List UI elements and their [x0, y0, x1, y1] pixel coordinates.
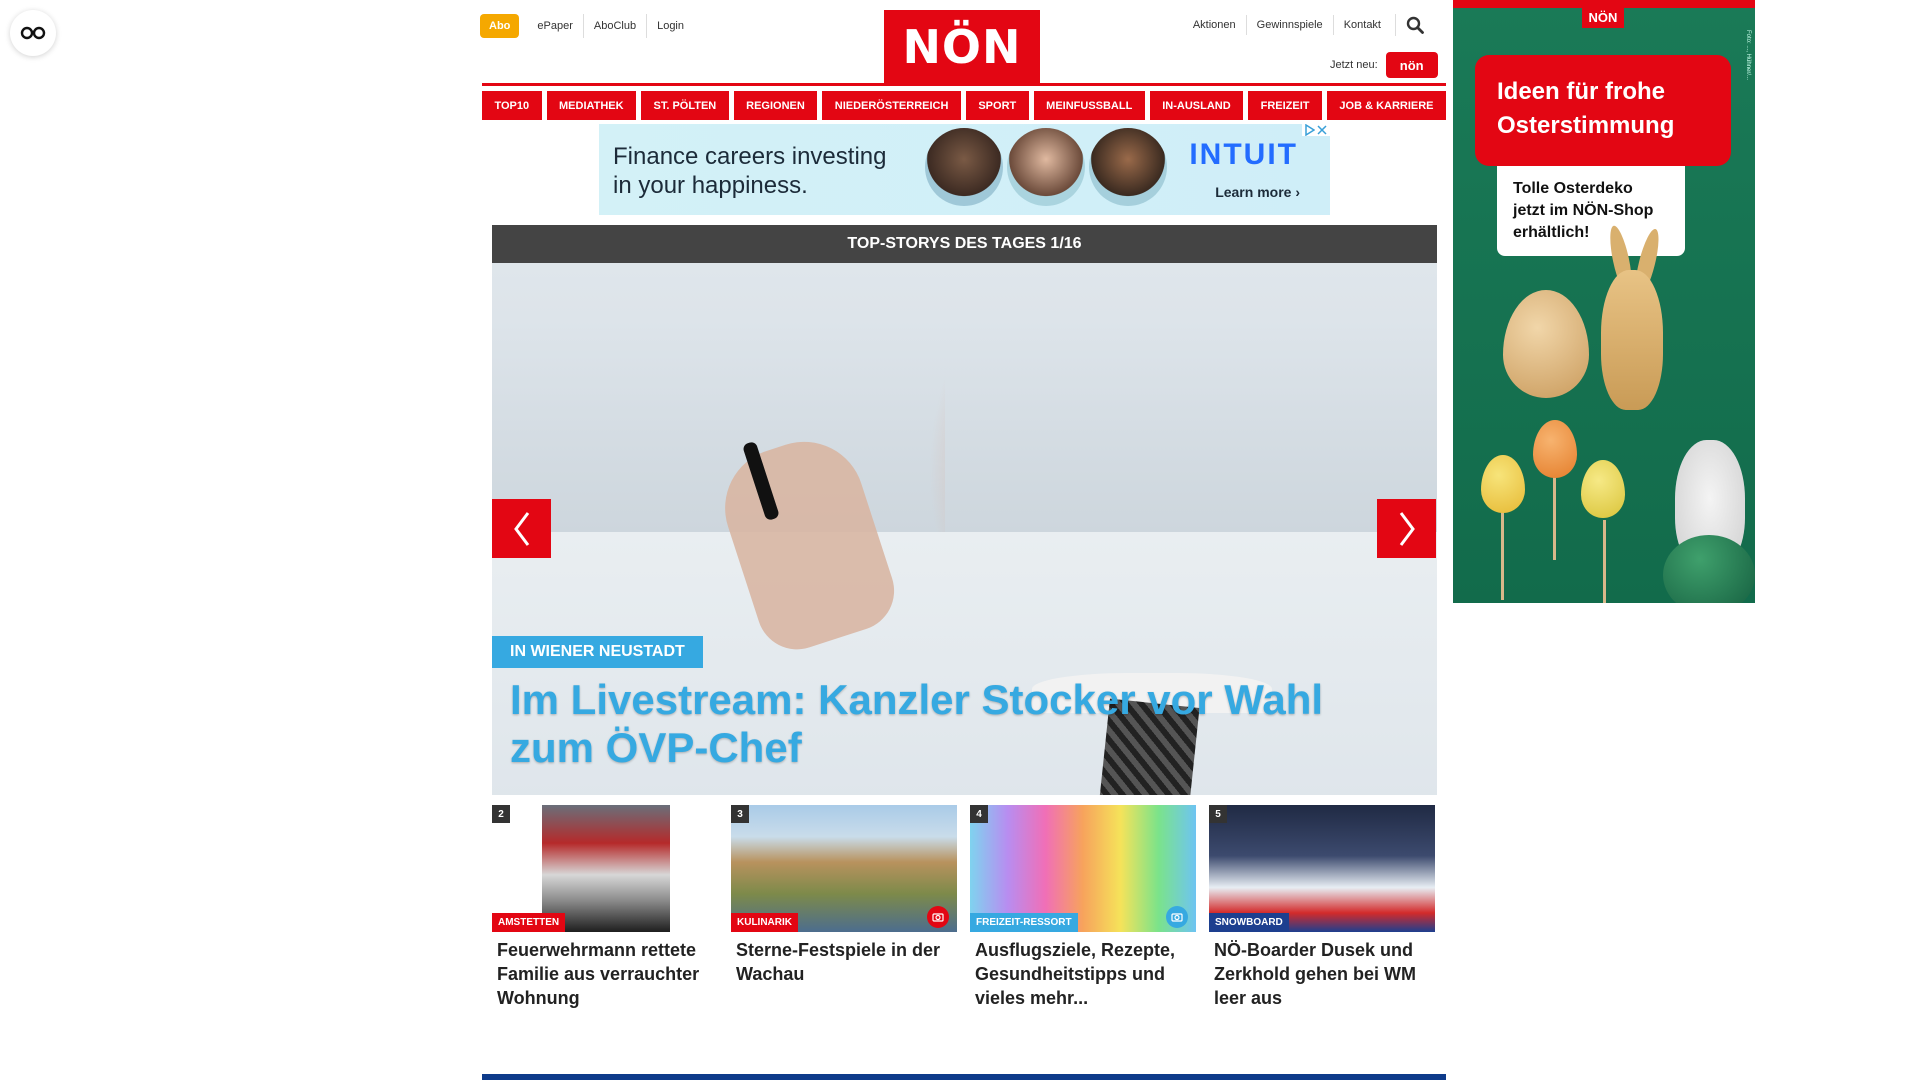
- header-divider: [482, 83, 1446, 86]
- story-rank: 5: [1209, 805, 1227, 823]
- easter-egg-decoration: [1533, 420, 1577, 478]
- ad-banner-text: Finance careers investing in your happin…: [613, 142, 886, 200]
- story-thumbnail[interactable]: 3 KULINARIK: [731, 805, 957, 932]
- jetzt-neu-badge[interactable]: nön: [1385, 52, 1438, 78]
- hero-category-tag[interactable]: IN WIENER NEUSTADT: [492, 636, 703, 668]
- story-category[interactable]: FREIZEIT-RESSORT: [970, 913, 1078, 932]
- nav-item-st-poelten[interactable]: ST. PÖLTEN: [641, 91, 729, 120]
- story-category[interactable]: SNOWBOARD: [1209, 913, 1289, 932]
- bunny-decoration: [1601, 270, 1663, 410]
- ad-person-photo: [1007, 128, 1085, 206]
- top-stories-header: TOP-STORYS DES TAGES 1/16: [492, 225, 1437, 263]
- story-thumbnail[interactable]: 4 FREIZEIT-RESSORT: [970, 805, 1196, 932]
- side-ad-note-line1: Tolle Osterdeko: [1513, 180, 1633, 197]
- gallery-button[interactable]: [927, 906, 949, 928]
- side-ad-note-line3: erhältlich!: [1513, 224, 1590, 241]
- nav-item-regionen[interactable]: REGIONEN: [733, 91, 818, 120]
- easter-egg-decoration: [1503, 290, 1589, 398]
- ad-brand-logo: INTUIT: [1189, 138, 1298, 171]
- camera-icon: [1171, 913, 1183, 922]
- nav-item-sport[interactable]: SPORT: [965, 91, 1029, 120]
- story-title[interactable]: NÖ-Boarder Dusek und Zerkhold gehen bei …: [1209, 932, 1435, 1010]
- story-title[interactable]: Ausflugsziele, Rezepte, Gesundheitstipps…: [970, 932, 1196, 1010]
- story-rank: 3: [731, 805, 749, 823]
- reader-mode-button[interactable]: [10, 10, 56, 56]
- story-title[interactable]: Feuerwehrmann rettete Familie aus verrau…: [492, 932, 718, 1010]
- close-icon[interactable]: [1317, 124, 1327, 136]
- footer-bar: [482, 1074, 1446, 1080]
- login-link[interactable]: Login: [646, 14, 694, 38]
- adchoices-icon[interactable]: [1302, 124, 1330, 136]
- chevron-right-icon: [1399, 511, 1415, 546]
- side-ad-logo: NÖN: [1582, 6, 1624, 28]
- side-ad-headline-line1: Ideen für frohe: [1497, 78, 1666, 105]
- aboclub-link[interactable]: AboClub: [582, 14, 646, 38]
- ad-banner-line1: Finance careers investing: [613, 143, 887, 170]
- right-links-bar: Aktionen Gewinnspiele Kontakt: [1183, 14, 1424, 36]
- nav-item-meinfussball[interactable]: MEINFUSSBALL: [1033, 91, 1145, 120]
- easter-egg-decoration: [1581, 460, 1625, 518]
- story-rank: 2: [492, 805, 510, 823]
- ad-banner-line2: in your happiness.: [613, 172, 808, 199]
- story-card[interactable]: 5 SNOWBOARD NÖ-Boarder Dusek und Zerkhol…: [1209, 805, 1435, 1010]
- top-links-bar: Abo ePaper AboClub Login: [480, 14, 694, 38]
- ad-learn-more-link[interactable]: Learn more ›: [1215, 184, 1300, 200]
- slider-prev-button[interactable]: [492, 499, 551, 558]
- camera-icon: [932, 913, 944, 922]
- story-title[interactable]: Sterne-Festspiele in der Wachau: [731, 932, 957, 986]
- egg-stick: [1501, 510, 1504, 600]
- chevron-left-icon: [513, 511, 529, 546]
- jetzt-neu: Jetzt neu: nön: [1330, 52, 1438, 78]
- side-ad[interactable]: NÖN Foto: ..., Hühner/... Ideen für froh…: [1453, 0, 1755, 603]
- story-category[interactable]: AMSTETTEN: [492, 913, 566, 932]
- hero-image-detail: [709, 426, 905, 660]
- nav-item-freizeit[interactable]: FREIZEIT: [1248, 91, 1322, 120]
- glasses-icon: [20, 26, 46, 40]
- ad-person-photo: [1089, 128, 1167, 206]
- kontakt-link[interactable]: Kontakt: [1332, 15, 1391, 35]
- gewinnspiele-link[interactable]: Gewinnspiele: [1245, 15, 1333, 35]
- nav-item-niederoesterreich[interactable]: NIEDERÖSTERREICH: [822, 91, 961, 120]
- side-ad-note-line2: jetzt im NÖN-Shop: [1513, 202, 1654, 219]
- side-ad-headline: Ideen für frohe Osterstimmung: [1475, 55, 1731, 166]
- gallery-button[interactable]: [1166, 906, 1188, 928]
- story-card[interactable]: 3 KULINARIK Sterne-Festspiele in der Wac…: [731, 805, 957, 986]
- easter-egg-decoration: [1663, 535, 1755, 603]
- ad-banner-photos: [925, 128, 1167, 206]
- egg-stick: [1603, 520, 1606, 603]
- side-ad-photo-credit: Foto: ..., Hühner/...: [1745, 30, 1751, 81]
- story-thumbnail[interactable]: 2 AMSTETTEN: [492, 805, 718, 932]
- story-rank: 4: [970, 805, 988, 823]
- adchoices-play-icon: [1305, 124, 1315, 136]
- nav-item-top10[interactable]: TOP10: [482, 91, 542, 120]
- jetzt-neu-label: Jetzt neu:: [1330, 59, 1378, 71]
- story-thumbnail[interactable]: 5 SNOWBOARD: [1209, 805, 1435, 932]
- search-icon: [1406, 16, 1424, 34]
- ad-person-photo: [925, 128, 1003, 206]
- easter-egg-decoration: [1481, 455, 1525, 513]
- nav-item-in-ausland[interactable]: IN-AUSLAND: [1149, 91, 1244, 120]
- ad-banner[interactable]: Finance careers investing in your happin…: [599, 124, 1330, 215]
- story-card[interactable]: 4 FREIZEIT-RESSORT Ausflugsziele, Rezept…: [970, 805, 1196, 1010]
- egg-stick: [1553, 470, 1556, 560]
- nav-item-mediathek[interactable]: MEDIATHEK: [546, 91, 637, 120]
- search-button[interactable]: [1395, 14, 1424, 36]
- site-logo[interactable]: NÖN: [884, 10, 1040, 83]
- story-card[interactable]: 2 AMSTETTEN Feuerwehrmann rettete Famili…: [492, 805, 718, 1010]
- epaper-link[interactable]: ePaper: [527, 14, 582, 38]
- side-ad-headline-line2: Osterstimmung: [1497, 112, 1675, 139]
- story-category[interactable]: KULINARIK: [731, 913, 798, 932]
- aktionen-link[interactable]: Aktionen: [1183, 15, 1246, 35]
- abo-button[interactable]: Abo: [480, 14, 520, 38]
- nav-item-job-karriere[interactable]: JOB & KARRIERE: [1326, 91, 1446, 120]
- slider-next-button[interactable]: [1377, 499, 1436, 558]
- main-nav: TOP10 MEDIATHEK ST. PÖLTEN REGIONEN NIED…: [482, 91, 1446, 120]
- hero-headline[interactable]: Im Livestream: Kanzler Stocker vor Wahl …: [510, 676, 1410, 772]
